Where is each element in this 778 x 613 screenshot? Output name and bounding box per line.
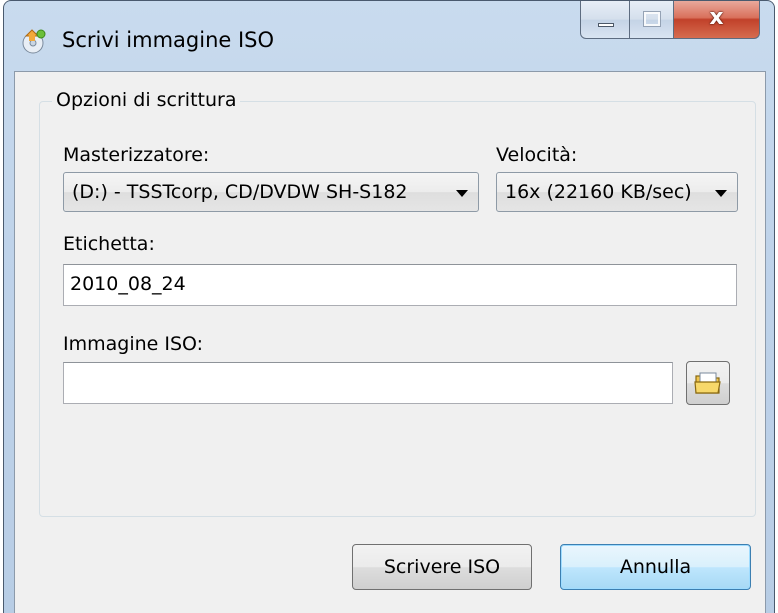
speed-selected-value: 16x (22160 KB/sec) — [505, 181, 692, 203]
chevron-down-icon — [456, 190, 468, 197]
dialog-window: Scrivi immagine ISO x Opzioni di scrittu… — [3, 0, 775, 613]
open-folder-icon — [693, 368, 723, 402]
title-bar[interactable]: Scrivi immagine ISO x — [4, 1, 774, 71]
dialog-body: Opzioni di scrittura Masterizzatore: (D:… — [14, 71, 766, 613]
disc-label-input[interactable]: 2010_08_24 — [63, 264, 737, 306]
speed-label: Velocità: — [496, 144, 578, 166]
close-button[interactable]: x — [674, 1, 760, 39]
browse-button[interactable] — [686, 361, 730, 405]
chevron-down-icon — [715, 190, 727, 197]
burner-select[interactable]: (D:) - TSSTcorp, CD/DVDW SH-S182 — [63, 172, 479, 212]
maximize-icon — [643, 11, 661, 27]
group-legend: Opzioni di scrittura — [52, 89, 241, 111]
caption-buttons: x — [580, 1, 760, 41]
write-options-group: Opzioni di scrittura Masterizzatore: (D:… — [39, 89, 756, 517]
close-icon: x — [709, 5, 724, 30]
burner-label: Masterizzatore: — [63, 144, 210, 166]
window-title: Scrivi immagine ISO — [62, 28, 275, 52]
speed-select[interactable]: 16x (22160 KB/sec) — [496, 172, 738, 212]
minimize-button[interactable] — [580, 1, 630, 39]
burner-selected-value: (D:) - TSSTcorp, CD/DVDW SH-S182 — [72, 181, 408, 203]
disc-label-caption: Etichetta: — [63, 233, 155, 255]
iso-image-label: Immagine ISO: — [63, 333, 204, 355]
maximize-button[interactable] — [630, 1, 674, 39]
iso-image-input[interactable] — [63, 362, 673, 404]
cancel-button[interactable]: Annulla — [560, 544, 751, 590]
write-iso-button[interactable]: Scrivere ISO — [352, 544, 532, 590]
disc-burn-icon — [20, 27, 48, 55]
minimize-icon — [598, 23, 614, 27]
